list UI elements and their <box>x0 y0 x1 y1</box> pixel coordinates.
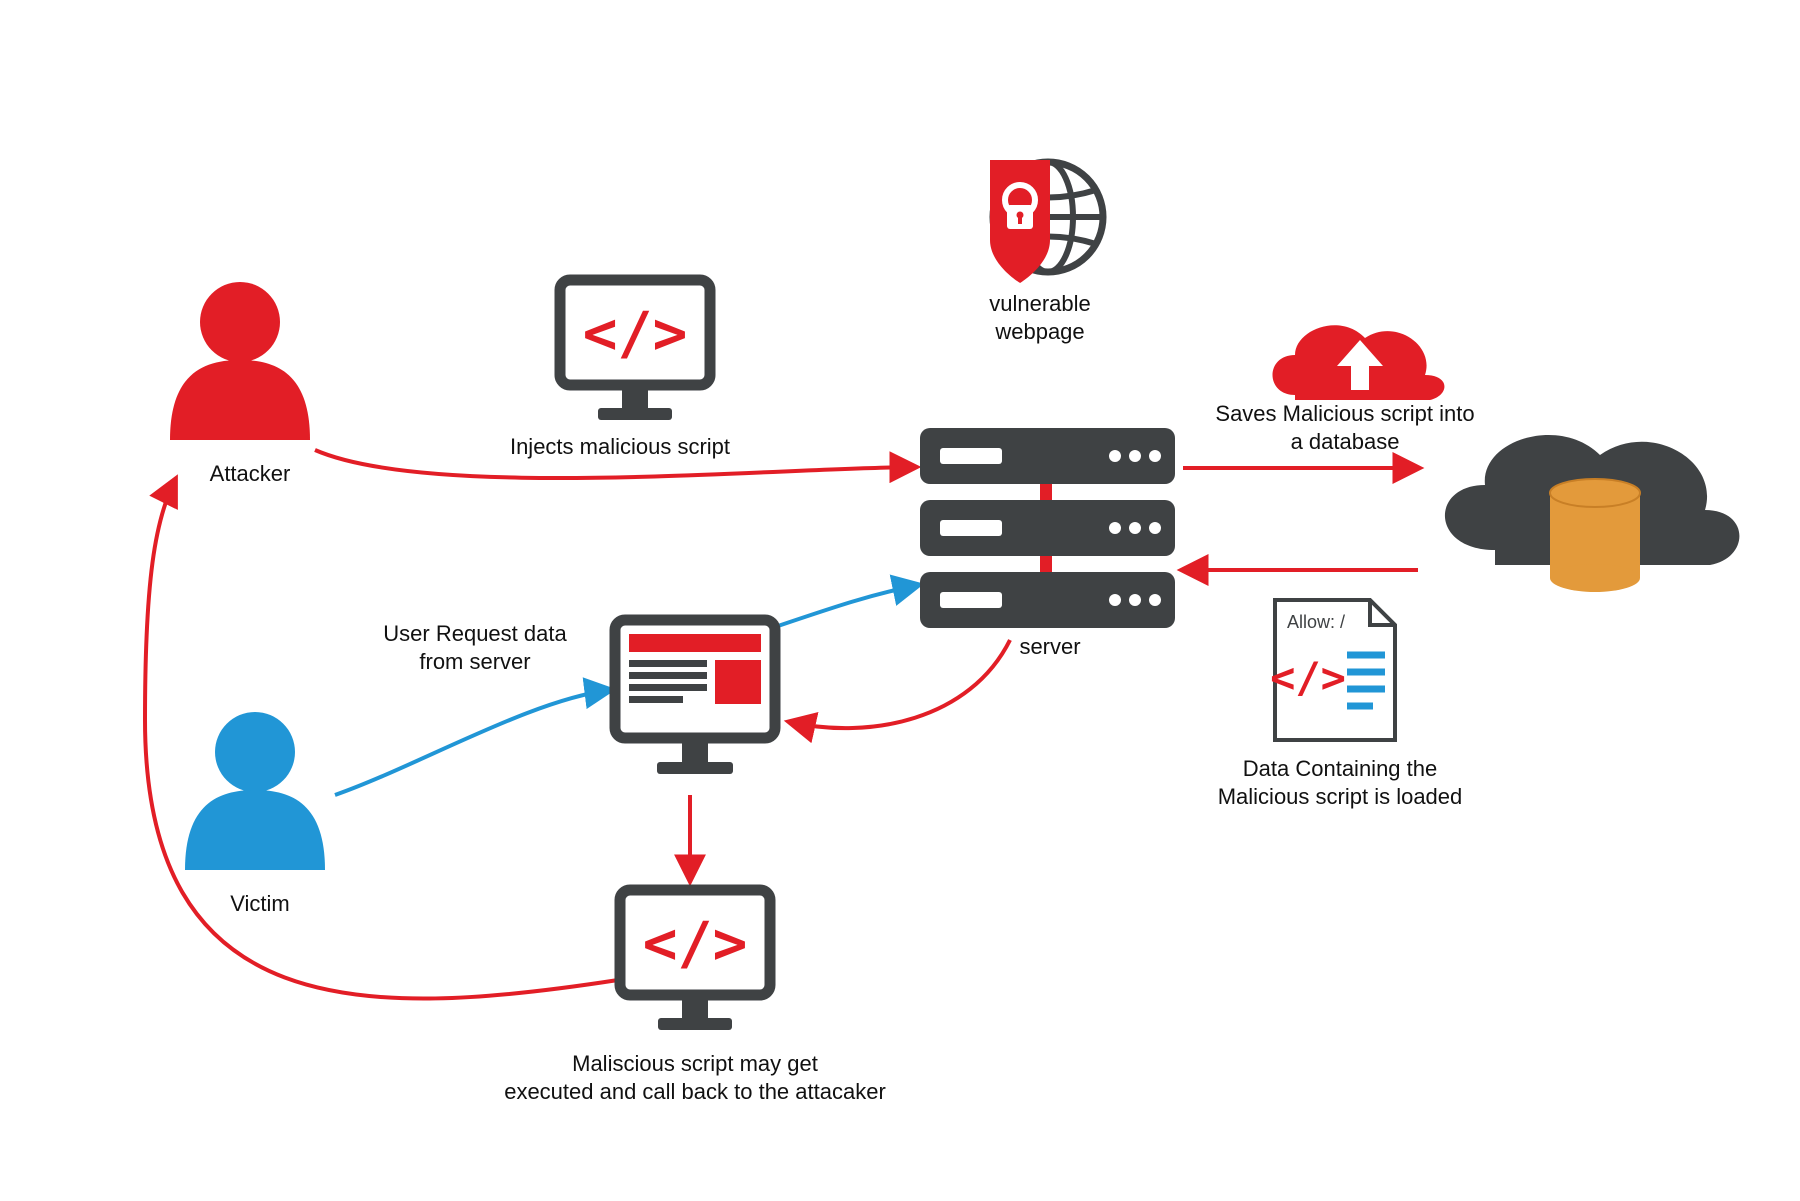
svg-text:</>: </> <box>583 299 688 367</box>
svg-text:</>: </> <box>643 909 748 977</box>
inject-label: Injects malicious script <box>460 433 780 461</box>
load-script-label: Data Containing the Malicious script is … <box>1210 755 1470 810</box>
vuln-webpage-label: vulnerable webpage <box>940 290 1140 345</box>
exec-monitor-icon: </> <box>620 890 770 1030</box>
browser-monitor-icon <box>615 620 775 774</box>
diagram-stage: </> <box>0 0 1800 1201</box>
victim-label: Victim <box>200 890 320 918</box>
upload-cloud-icon <box>1273 325 1445 400</box>
script-document-icon: Allow: / </> <box>1270 600 1395 740</box>
svg-text:</>: </> <box>1270 653 1346 702</box>
exec-callback-label: Maliscious script may get executed and c… <box>470 1050 920 1105</box>
diagram-svg: </> <box>0 0 1800 1201</box>
victim-icon <box>185 712 325 870</box>
shield-globe-icon <box>990 160 1103 283</box>
code-monitor-icon: </> <box>560 280 710 420</box>
server-label: server <box>1000 633 1100 661</box>
cloud-database-icon <box>1445 435 1739 592</box>
attacker-label: Attacker <box>190 460 310 488</box>
user-request-label: User Request data from server <box>345 620 605 675</box>
save-db-label: Saves Malicious script into a database <box>1195 400 1495 455</box>
server-icon <box>920 428 1175 628</box>
allow-text: Allow: / <box>1287 612 1345 632</box>
edge-exec-to-attacker <box>145 480 618 999</box>
edge-browser-to-server <box>775 585 918 627</box>
edge-victim-to-browser <box>335 690 610 795</box>
edge-server-to-browser <box>790 640 1010 728</box>
attacker-icon <box>170 282 310 440</box>
